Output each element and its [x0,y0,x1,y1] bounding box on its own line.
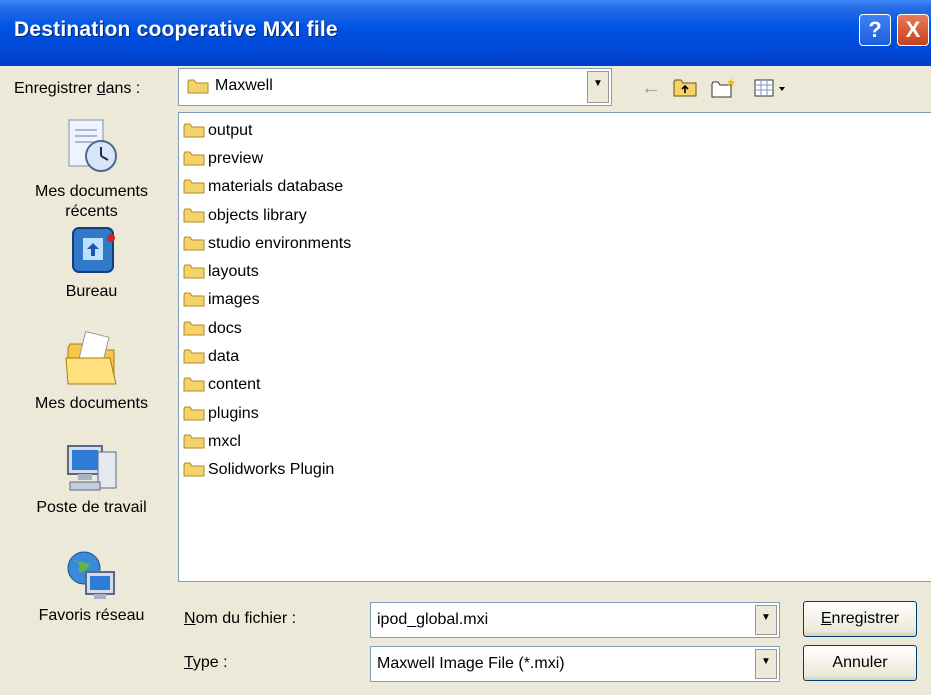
filetype-combo[interactable]: Maxwell Image File (*.mxi) ▼ [370,646,780,682]
back-icon[interactable]: ← [640,74,662,102]
filetype-label-key: T [184,654,193,671]
places-label: Favoris réseau [38,607,145,624]
list-item[interactable]: objects library [183,204,307,228]
list-item[interactable]: data [183,345,239,369]
places-item-recent[interactable]: Mes documents récents [14,116,169,222]
filetype-label-rest: ype : [192,654,228,671]
places-label: Mes documents récents [35,183,148,220]
list-item[interactable]: output [183,119,252,143]
folder-icon [183,406,205,421]
folder-icon [183,321,205,336]
places-item-my-documents[interactable]: Mes documents [14,328,169,414]
folder-name: docs [208,320,242,337]
list-item[interactable]: images [183,288,260,312]
new-folder-icon[interactable] [710,74,738,102]
folder-icon [183,208,205,223]
filename-input[interactable]: ipod_global.mxi [377,611,488,629]
list-item[interactable]: Solidworks Plugin [183,458,334,482]
list-item[interactable]: preview [183,147,263,171]
folder-icon [183,264,205,279]
places-label: Poste de travail [36,499,147,516]
places-label: Bureau [65,283,118,300]
filename-label: Nom du fichier : [184,610,296,628]
filetype-value: Maxwell Image File (*.mxi) [377,655,565,672]
folder-icon [183,349,205,364]
list-item[interactable]: layouts [183,260,259,284]
folder-name: preview [208,150,264,167]
folder-name: plugins [208,405,259,422]
save-in-label-text: Enregistrer [14,80,97,97]
filename-label-rest: om du fichier : [195,610,297,627]
close-button[interactable]: X [897,14,929,46]
list-item[interactable]: studio environments [183,232,351,256]
my-documents-icon [64,330,117,385]
places-bar: Mes documents récents Bureau Mes documen… [14,110,169,630]
places-item-my-computer[interactable]: Poste de travail [14,442,169,518]
save-in-combo[interactable]: Maxwell ▼ [178,68,612,106]
list-item[interactable]: mxcl [183,430,241,454]
my-computer-icon [66,445,116,491]
desktop-icon [71,227,115,273]
folder-icon [183,434,205,449]
list-item[interactable]: content [183,373,260,397]
folder-name: materials database [208,178,344,195]
folder-icon [183,377,205,392]
folder-icon [183,292,205,307]
network-places-icon [67,551,115,599]
save-in-value: Maxwell [215,77,273,94]
folder-icon [183,179,205,194]
save-button-key: E [820,610,832,627]
save-in-label: Enregistrer dans : [14,80,140,98]
filetype-dropdown-arrow[interactable]: ▼ [755,649,777,679]
list-item[interactable]: plugins [183,402,259,426]
folder-icon [183,123,205,138]
folder-name: images [208,291,260,308]
folder-name: output [208,122,253,139]
folder-icon [183,151,205,166]
save-button-rest: nregistrer [831,610,900,627]
places-item-desktop[interactable]: Bureau [14,226,169,302]
folder-icon [187,79,209,94]
places-label: Mes documents [35,395,148,412]
filename-label-key: N [184,610,196,627]
filename-dropdown-arrow[interactable]: ▼ [755,605,777,635]
filename-combo[interactable]: ipod_global.mxi ▼ [370,602,780,638]
recent-documents-icon [68,119,117,172]
save-in-dropdown-arrow[interactable]: ▼ [587,71,609,103]
save-button[interactable]: Enregistrer [803,601,917,637]
folder-name: data [208,348,240,365]
view-menu-icon[interactable] [752,74,792,102]
filetype-label: Type : [184,654,228,672]
folder-icon [183,236,205,251]
dialog-title: Destination cooperative MXI file [14,18,338,41]
cancel-button[interactable]: Annuler [803,645,917,681]
save-dialog: Destination cooperative MXI file ? X Enr… [0,0,931,695]
list-item[interactable]: materials database [183,175,343,199]
title-bar[interactable]: Destination cooperative MXI file ? X [0,0,931,66]
folder-name: studio environments [208,235,352,252]
folder-name: objects library [208,207,307,224]
places-item-network[interactable]: Favoris réseau [14,550,169,626]
folder-icon [183,462,205,477]
folder-name: Solidworks Plugin [208,461,335,478]
folder-name: layouts [208,263,259,280]
save-in-label-key: d [96,80,106,97]
help-button[interactable]: ? [859,14,891,46]
folder-name: content [208,376,261,393]
folder-name: mxcl [208,433,241,450]
list-item[interactable]: docs [183,317,242,341]
file-list[interactable]: output preview materials database object… [178,112,931,582]
up-folder-icon[interactable] [672,74,698,102]
save-in-label-rest: ans : [105,80,141,97]
